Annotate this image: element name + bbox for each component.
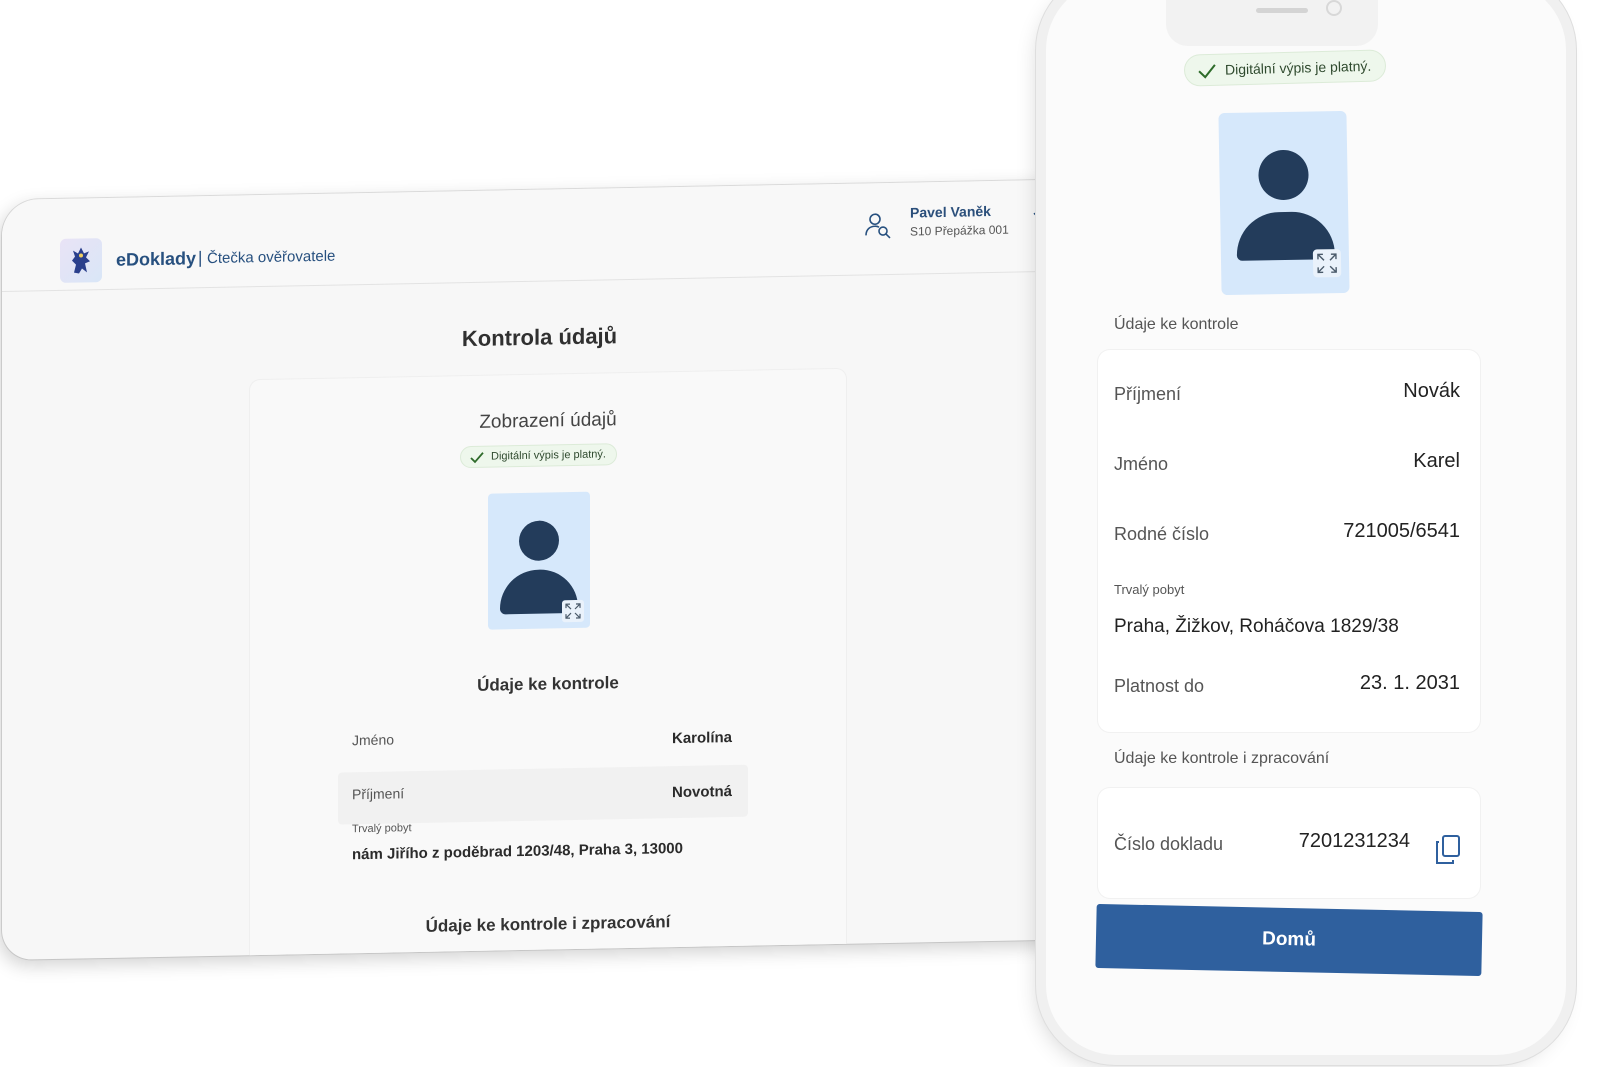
address-label: Trvalý pobyt bbox=[352, 822, 412, 836]
field-label: Jméno bbox=[352, 731, 395, 749]
silhouette-head bbox=[519, 520, 559, 562]
user-name[interactable]: Pavel Vaněk bbox=[910, 203, 991, 221]
processing-card: Číslo dokladu 7201231234 bbox=[1098, 788, 1480, 898]
phone-notch bbox=[1166, 0, 1378, 46]
field-label: Příjmení bbox=[1114, 384, 1182, 404]
brand-subtitle: Čtečka ověřovatele bbox=[207, 247, 336, 268]
valid-badge-text: Digitální výpis je platný. bbox=[1224, 57, 1372, 78]
expand-icon[interactable] bbox=[1312, 249, 1342, 278]
valid-badge: Digitální výpis je platný. bbox=[460, 443, 617, 469]
user-desk: S10 Přepážka 001 bbox=[910, 222, 1009, 239]
field-row-surname: Příjmení Novák bbox=[1114, 376, 1460, 416]
field-value: Novotná bbox=[672, 782, 732, 802]
field-label: Platnost do bbox=[1114, 676, 1205, 696]
field-value: 23. 1. 2031 bbox=[1359, 672, 1460, 694]
app-logo[interactable] bbox=[60, 238, 102, 283]
brand-separator: | bbox=[198, 248, 203, 268]
field-row-validity: Platnost do 23. 1. 2031 bbox=[1114, 668, 1460, 708]
field-value: 721005/6541 bbox=[1343, 520, 1460, 542]
field-label: Rodné číslo bbox=[1114, 524, 1210, 544]
tablet-app: eDoklady | Čtečka ověřovatele Pavel Vaně… bbox=[2, 179, 1072, 960]
section-title-check: Údaje ke kontrole bbox=[1114, 316, 1239, 333]
field-row-first-name: Jméno Karel bbox=[1114, 446, 1460, 486]
brand-name: eDoklady bbox=[116, 248, 197, 270]
field-value: Karel bbox=[1413, 450, 1460, 472]
field-value: Novák bbox=[1403, 380, 1460, 402]
lion-emblem-icon bbox=[72, 247, 90, 274]
field-row-birth-number: Rodné číslo 721005/6541 bbox=[1114, 516, 1460, 556]
home-button[interactable]: Domů bbox=[1095, 903, 1483, 977]
field-label: Číslo dokladu bbox=[1114, 834, 1224, 854]
address-value: nám Jiřího z poděbrad 1203/48, Praha 3, … bbox=[352, 839, 683, 864]
check-icon bbox=[1198, 64, 1216, 79]
field-row-doc-number: Číslo dokladu 7201231234 bbox=[1114, 826, 1410, 866]
card-title: Zobrazení údajů bbox=[479, 409, 617, 433]
field-value: Karolína bbox=[671, 728, 732, 748]
section-title-processing: Údaje ke kontrole i zpracování bbox=[425, 912, 671, 936]
phone-speaker bbox=[1256, 8, 1308, 13]
data-card: Zobrazení údajů Digitální výpis je platn… bbox=[250, 368, 846, 960]
field-row-surname: Příjmení Novotná bbox=[338, 764, 748, 825]
copy-icon[interactable] bbox=[1434, 834, 1462, 866]
field-value: 7201231234 bbox=[1298, 830, 1410, 852]
field-label: Příjmení bbox=[352, 785, 405, 803]
field-row-first-name: Jméno Karolína bbox=[338, 711, 748, 771]
section-title-processing: Údaje ke kontrole i zpracování bbox=[1114, 750, 1330, 767]
phone-camera bbox=[1326, 0, 1342, 16]
check-icon bbox=[470, 452, 484, 464]
valid-badge-text: Digitální výpis je platný. bbox=[491, 448, 606, 463]
holder-photo[interactable] bbox=[1218, 110, 1350, 296]
silhouette-head bbox=[1258, 149, 1309, 201]
valid-badge: Digitální výpis je platný. bbox=[1183, 49, 1387, 87]
expand-icon[interactable] bbox=[562, 599, 584, 623]
page-title: Kontrola údajů bbox=[461, 323, 618, 352]
phone-app: Digitální výpis je platný. Údaje ke kont… bbox=[1046, 0, 1566, 1055]
address-value: Praha, Žižkov, Roháčova 1829/38 bbox=[1114, 616, 1399, 637]
app-header: eDoklady | Čtečka ověřovatele Pavel Vaně… bbox=[2, 179, 1072, 292]
section-title-check: Údaje ke kontrole bbox=[477, 673, 619, 695]
holder-photo[interactable] bbox=[488, 491, 590, 630]
check-card: Příjmení Novák Jméno Karel Rodné číslo 7… bbox=[1098, 350, 1480, 732]
user-search-icon[interactable] bbox=[862, 209, 894, 242]
field-label: Jméno bbox=[1114, 454, 1169, 474]
address-label: Trvalý pobyt bbox=[1114, 582, 1185, 597]
